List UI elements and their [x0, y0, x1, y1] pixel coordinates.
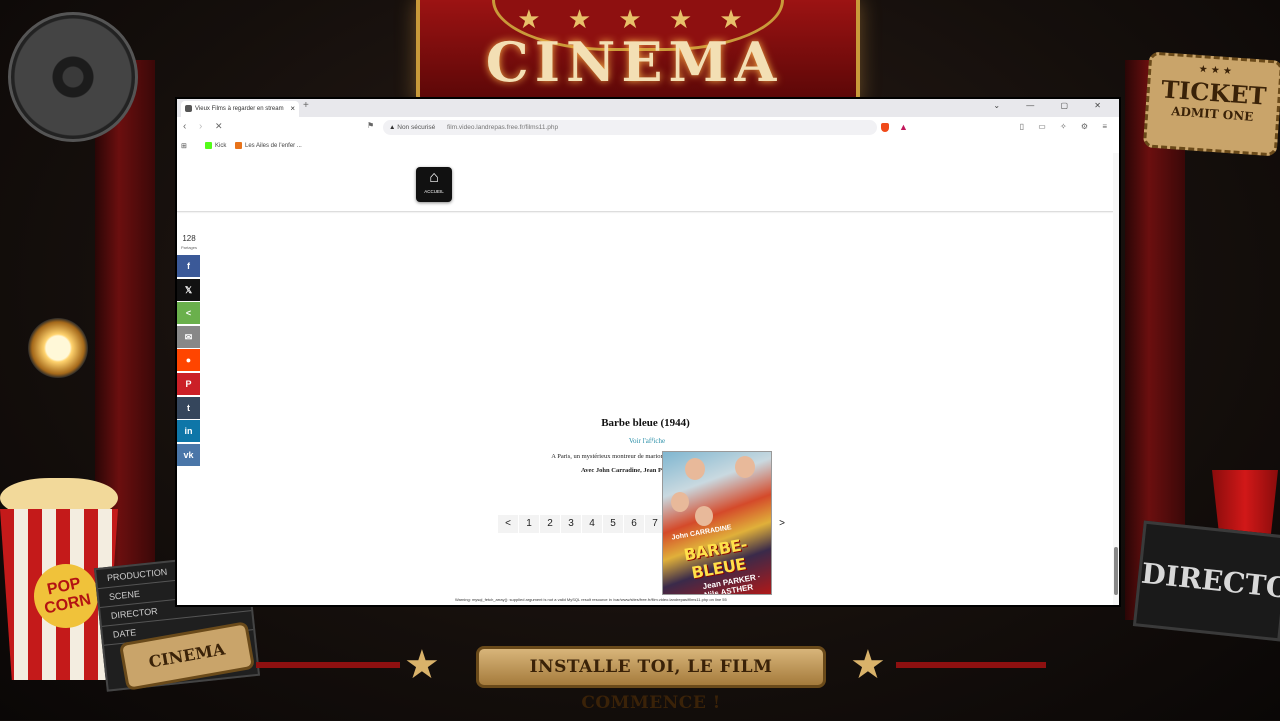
brave-rewards-icon[interactable]: ▲	[899, 122, 908, 132]
poster-face	[695, 506, 713, 526]
navigation-bar: ‹ › ✕ ⚑ ▲ Non sécurisé film.video.landre…	[177, 117, 1119, 140]
bookmarks-bar: ⊞ Kick Les Ailes de l'enfer ...	[177, 139, 1119, 153]
mouse-cursor	[652, 441, 656, 445]
pagination-page[interactable]: 6	[624, 515, 644, 533]
pinterest-share-button[interactable]: P	[177, 372, 200, 395]
pagination-page[interactable]: 4	[582, 515, 602, 533]
director-chair-label: DIRECTOR	[1132, 520, 1280, 642]
star-icon: ★	[850, 643, 886, 687]
scrollbar-thumb[interactable]	[1114, 547, 1118, 595]
forward-button[interactable]: ›	[199, 121, 202, 132]
share-count-label: Partages	[180, 245, 197, 250]
spotlight-icon	[28, 318, 88, 378]
linkedin-share-button[interactable]: in	[177, 420, 200, 443]
vk-share-button[interactable]: vk	[177, 443, 200, 466]
poster-face	[671, 492, 689, 512]
tab-close-button[interactable]: ×	[290, 101, 295, 117]
pagination-next-button[interactable]: >	[771, 515, 793, 533]
bookmark-label: Kick	[215, 143, 227, 150]
blogger-icon	[235, 142, 242, 149]
pagination-prev-button[interactable]: <	[498, 515, 518, 533]
tab-title: Vieux Films à regarder en stream	[195, 106, 284, 112]
pagination: < 1 2 3 4 5 6 7	[498, 515, 666, 533]
tab-favicon-icon	[185, 104, 192, 112]
house-icon: ⌂	[429, 169, 439, 186]
ticket-graphic: ★ ★ ★ TICKET ADMIT ONE	[1142, 51, 1280, 157]
share-count: 128	[182, 234, 196, 243]
banner-rail-right	[896, 662, 1046, 668]
email-share-button[interactable]: ✉	[177, 325, 200, 348]
x-share-button[interactable]: 𝕏	[177, 278, 200, 301]
bookmark-item[interactable]: Kick	[205, 142, 226, 149]
new-tab-button[interactable]: +	[303, 100, 309, 111]
header-divider	[177, 211, 1113, 212]
banner-rail-left	[256, 662, 400, 668]
bottom-banner: INSTALLE TOI, LE FILM COMMENCE !	[476, 646, 826, 713]
stop-loading-button[interactable]: ✕	[215, 121, 223, 132]
back-button[interactable]: ‹	[183, 121, 186, 132]
bookmark-label: Les Ailes de l'enfer ...	[245, 143, 302, 150]
film-title: Barbe bleue (1944)	[601, 417, 690, 429]
toolbar-icons[interactable]: ▯ ▭ ✧ ⚙ ≡	[1020, 122, 1113, 131]
home-label: ACCUEIL	[424, 189, 444, 194]
kick-icon	[205, 142, 212, 149]
marquee-title: CINEMA	[485, 30, 783, 94]
tumblr-share-button[interactable]: t	[177, 396, 200, 419]
generic-share-button[interactable]: <	[177, 302, 200, 325]
reddit-share-button[interactable]: ●	[177, 349, 200, 372]
poster-face	[685, 458, 705, 480]
share-sidebar: f 𝕏 < ✉ ● P t in vk	[177, 255, 200, 467]
bookmark-icon[interactable]: ⚑	[367, 121, 374, 130]
browser-window: Vieux Films à regarder en stream × + ⌄ —…	[177, 99, 1119, 605]
facebook-share-button[interactable]: f	[177, 255, 200, 277]
film-poster-popup: John CARRADINE BARBE-BLEUE Jean PARKER ·…	[662, 451, 772, 595]
url-text: film.video.landrepas.free.fr/films11.php	[447, 124, 559, 131]
poster-face	[735, 456, 755, 478]
film-cast: Avec John Carradine, Jean P	[581, 467, 662, 474]
page-scrollbar[interactable]	[1113, 153, 1119, 605]
star-icon: ★	[404, 643, 440, 687]
pagination-page[interactable]: 3	[561, 515, 581, 533]
apps-grid-icon[interactable]: ⊞	[181, 142, 187, 150]
php-warning-text: Warning: mysql_fetch_array(): supplied a…	[455, 597, 727, 602]
pagination-page[interactable]: 5	[603, 515, 623, 533]
pagination-page[interactable]: 2	[540, 515, 560, 533]
browser-tab[interactable]: Vieux Films à regarder en stream ×	[181, 101, 299, 117]
brave-shield-icon[interactable]	[881, 123, 889, 132]
security-label: Non sécurisé	[397, 124, 436, 131]
film-synopsis: A Paris, un mystérieux montreur de mario…	[551, 453, 667, 460]
home-button[interactable]: ⌂ ACCUEIL	[416, 167, 452, 202]
pagination-page[interactable]: 1	[519, 515, 539, 533]
page-viewport: ⌂ ACCUEIL 128 Partages f 𝕏 < ✉ ● P t in …	[177, 153, 1119, 605]
warning-icon: ▲	[389, 124, 396, 131]
view-poster-link[interactable]: Voir l'affiche	[597, 437, 697, 445]
window-controls[interactable]: ⌄ — ▢ ✕	[993, 101, 1113, 110]
bookmark-item[interactable]: Les Ailes de l'enfer ...	[235, 142, 302, 149]
tab-bar: Vieux Films à regarder en stream × + ⌄ —…	[177, 99, 1119, 117]
address-bar[interactable]: ▲ Non sécurisé film.video.landrepas.free…	[383, 120, 877, 135]
